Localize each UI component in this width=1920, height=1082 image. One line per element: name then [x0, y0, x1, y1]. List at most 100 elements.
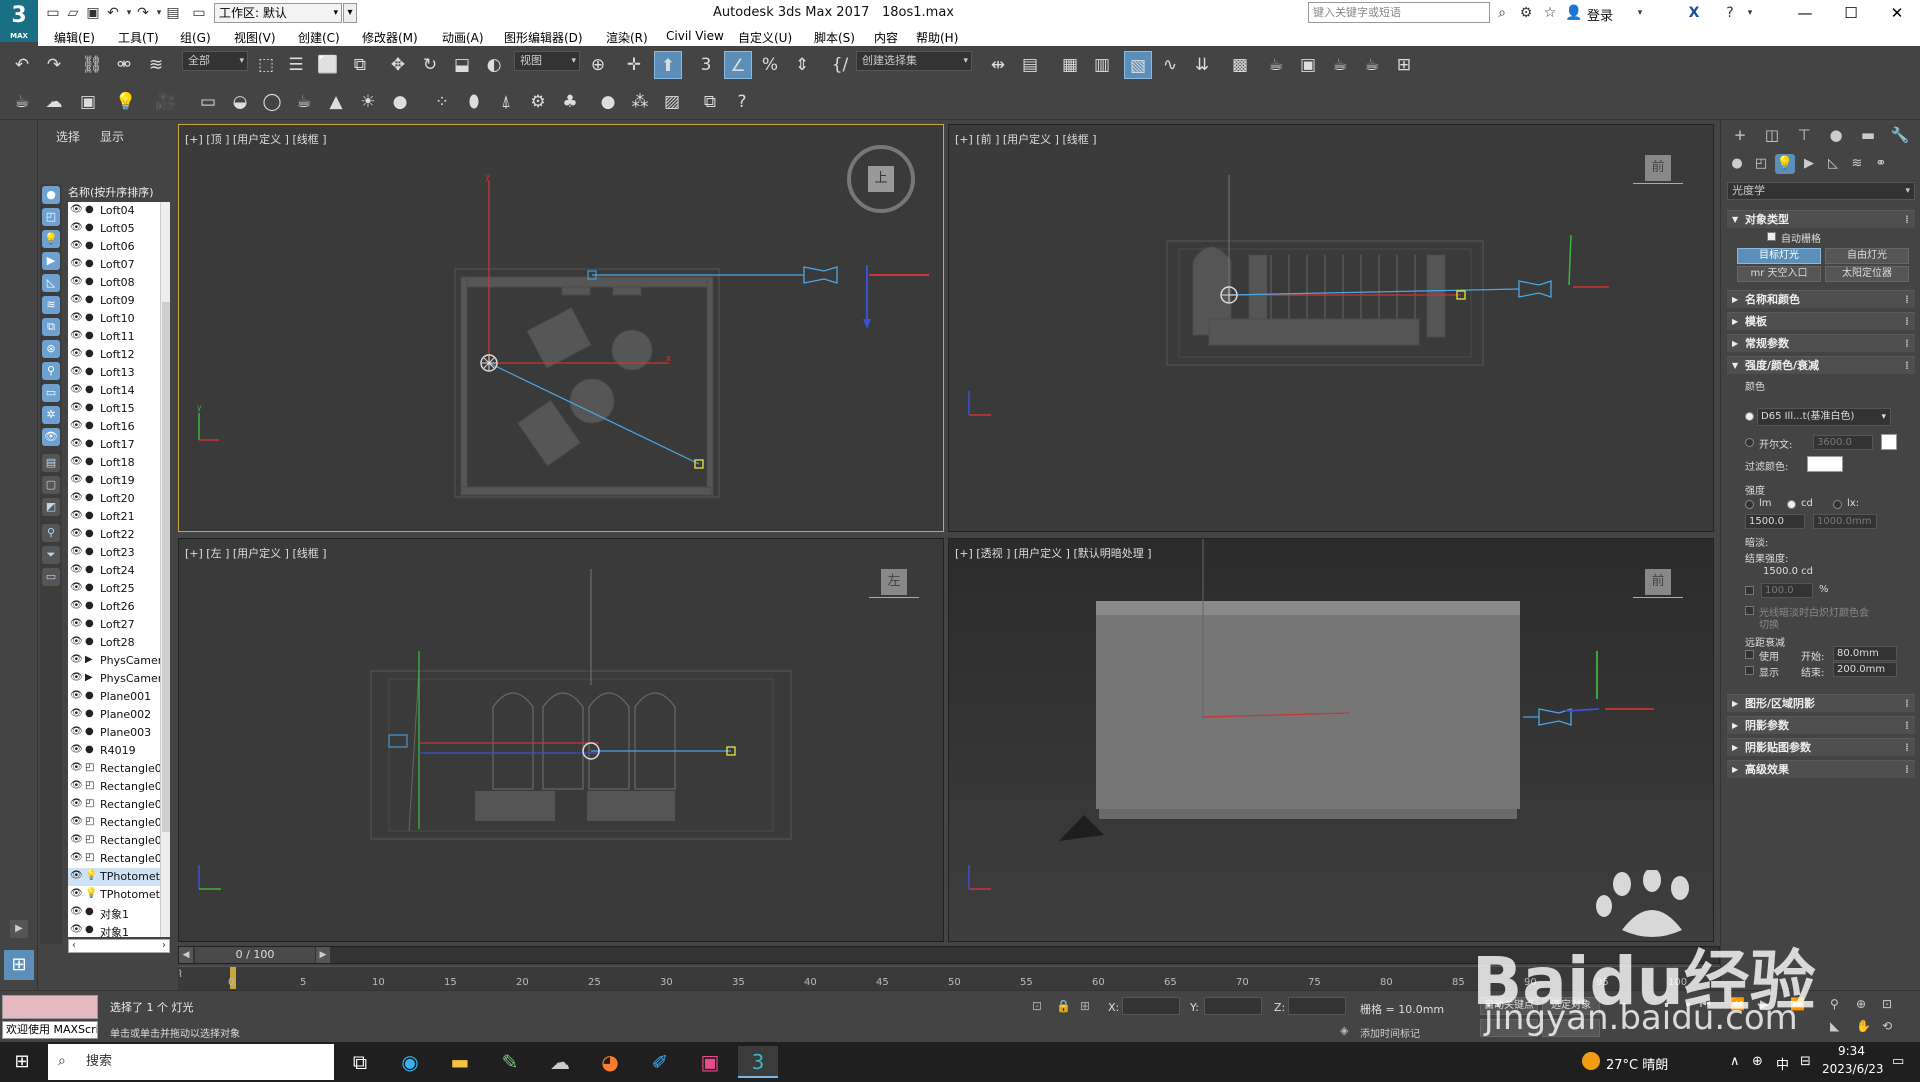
help-circle-icon[interactable]: ?: [728, 88, 756, 116]
attenuation-end-spinner[interactable]: 200.0mm: [1833, 662, 1897, 677]
scene-object-row[interactable]: 👁 ● Loft17: [68, 436, 168, 454]
visibility-eye-icon[interactable]: 👁: [70, 258, 83, 269]
material-browser-icon[interactable]: ▨: [658, 88, 686, 116]
scene-object-row[interactable]: 👁 ● Loft13: [68, 364, 168, 382]
particle-icon[interactable]: ⁘: [428, 88, 456, 116]
mirror-icon[interactable]: ⇹: [984, 51, 1012, 79]
volume-icon[interactable]: ⊟: [1800, 1054, 1811, 1069]
tab-select[interactable]: 选择: [56, 128, 80, 145]
autogrid-checkbox[interactable]: [1767, 232, 1776, 241]
cameras-icon[interactable]: ▶: [1799, 154, 1819, 174]
dimming-percent-spinner[interactable]: 100.0: [1761, 583, 1813, 598]
scene-object-row[interactable]: 👁 ● Plane002: [68, 706, 168, 724]
target-light-button[interactable]: 目标灯光: [1737, 248, 1821, 264]
time-slider-frame[interactable]: 0 / 100: [195, 947, 315, 963]
intensity-spinner[interactable]: 1500.0: [1745, 514, 1805, 529]
layers-icon[interactable]: ▥: [1088, 51, 1116, 79]
curve-editor-mini-icon[interactable]: ⌇: [178, 969, 192, 987]
visibility-eye-icon[interactable]: 👁: [70, 654, 83, 665]
render-production-icon[interactable]: ☕: [1326, 51, 1354, 79]
curve-editor-icon[interactable]: ∿: [1156, 51, 1184, 79]
shapes-icon[interactable]: ◰: [1751, 154, 1771, 174]
visibility-eye-icon[interactable]: 👁: [70, 780, 83, 791]
login-dropdown-icon[interactable]: ▾: [1630, 3, 1650, 23]
visibility-eye-icon[interactable]: 👁: [70, 474, 83, 485]
sphere-light-icon[interactable]: ●: [386, 88, 414, 116]
scene-object-row[interactable]: 👁 ● Plane003: [68, 724, 168, 742]
pivot-center-icon[interactable]: ⊕: [584, 51, 612, 79]
rotate-icon[interactable]: ↻: [416, 51, 444, 79]
hierarchy-tab-icon[interactable]: ⊤: [1793, 124, 1815, 146]
display-frozen-icon[interactable]: 👁: [42, 428, 60, 446]
viewcube-front[interactable]: 前: [1633, 155, 1683, 193]
visibility-eye-icon[interactable]: 👁: [70, 330, 83, 341]
render-frame-icon[interactable]: ▣: [74, 88, 102, 116]
track-bar[interactable]: ⌇ 0 5 10 15 20 25 30 35 40 45 50 55 60 65 70 75 80 85 90 95…: [178, 966, 1720, 990]
scene-object-row[interactable]: 👁💡TPhotometricLight002: [68, 886, 170, 904]
visibility-eye-icon[interactable]: 👁: [70, 690, 83, 701]
scene-object-row[interactable]: 👁 ● Loft24: [68, 562, 168, 580]
redo-icon[interactable]: ↷: [40, 51, 68, 79]
scene-object-row[interactable]: 👁 ● Loft09: [68, 292, 168, 310]
visibility-eye-icon[interactable]: 👁: [70, 888, 83, 899]
spinner-snap-icon[interactable]: ⇕: [788, 51, 816, 79]
render-iterative-icon[interactable]: ☕: [1358, 51, 1386, 79]
display-geometry-icon[interactable]: ●: [42, 186, 60, 204]
edge-browser-icon[interactable]: ◉: [390, 1046, 430, 1078]
selection-lock-icon[interactable]: 🔒: [1056, 999, 1071, 1013]
menu-animation[interactable]: 动画(A): [442, 29, 484, 46]
visibility-eye-icon[interactable]: 👁: [70, 528, 83, 539]
rollout-advanced-effects[interactable]: ▶ 高级效果 ⁞: [1727, 760, 1915, 778]
visibility-eye-icon[interactable]: 👁: [70, 582, 83, 593]
scene-object-row[interactable]: 👁 ● Loft18: [68, 454, 168, 472]
menu-civil-view[interactable]: Civil View: [666, 29, 724, 43]
utilities-tab-icon[interactable]: 🔧: [1889, 124, 1911, 146]
scene-object-row[interactable]: 👁 ● R4019: [68, 742, 168, 760]
scene-list-hscroll[interactable]: ‹ ›: [68, 939, 170, 953]
time-next-icon[interactable]: ▶: [316, 947, 330, 963]
display-xrefs-icon[interactable]: ⊛: [42, 340, 60, 358]
ime-indicator[interactable]: 中: [1776, 1054, 1789, 1073]
scene-object-row[interactable]: 👁 ● Loft23: [68, 544, 168, 562]
time-slider[interactable]: ◀ 0 / 100 ▶: [178, 946, 1720, 964]
network-icon[interactable]: ⊕: [1752, 1054, 1763, 1069]
bind-space-warp-icon[interactable]: ≋: [142, 51, 170, 79]
select-manipulate-icon[interactable]: ✛: [620, 51, 648, 79]
display-containers-icon[interactable]: ▭: [42, 384, 60, 402]
plant-icon[interactable]: ♣: [556, 88, 584, 116]
favorites-star-icon[interactable]: ☆: [1540, 3, 1560, 23]
login-link[interactable]: 登录: [1587, 5, 1613, 24]
sun-icon[interactable]: ☀: [354, 88, 382, 116]
snaps-toggle-icon[interactable]: 3: [692, 51, 720, 79]
teapot-primitive-icon[interactable]: ☕: [290, 88, 318, 116]
align-icon[interactable]: ▤: [1016, 51, 1044, 79]
scene-list-scrollbar[interactable]: [160, 202, 170, 937]
unlink-icon[interactable]: ⚮: [110, 51, 138, 79]
binoculars-icon[interactable]: ⌕: [1492, 3, 1512, 23]
dome-icon[interactable]: ◒: [226, 88, 254, 116]
camera-tool-icon[interactable]: 🎥: [152, 88, 180, 116]
prev-frame-icon[interactable]: ⏪: [1730, 997, 1745, 1011]
scene-object-row[interactable]: 👁 ◰ Rectangle005: [68, 832, 170, 850]
maxscript-listener-input[interactable]: 欢迎使用 MAXScript: [2, 1021, 98, 1039]
add-time-tag[interactable]: 添加时间标记: [1360, 1025, 1420, 1040]
display-particles-icon[interactable]: ✲: [42, 406, 60, 424]
time-prev-icon[interactable]: ◀: [179, 947, 193, 963]
scene-object-row[interactable]: 👁 ◰ Rectangle006: [68, 850, 170, 868]
tray-chevron-icon[interactable]: ∧: [1730, 1054, 1740, 1069]
scene-object-row[interactable]: 👁 ◰ Rectangle002: [68, 778, 170, 796]
scene-object-row[interactable]: 👁 ● Loft04: [68, 202, 168, 220]
zoom-all-icon[interactable]: ⊕: [1856, 997, 1866, 1011]
display-spacewarps-icon[interactable]: ≋: [42, 296, 60, 314]
windows-start-icon[interactable]: ⊞: [10, 1050, 34, 1074]
find-icon[interactable]: ⚲: [42, 524, 60, 542]
scene-object-row[interactable]: 👁 ◰ Rectangle001: [68, 760, 170, 778]
y-coord-field[interactable]: [1204, 997, 1262, 1015]
visibility-eye-icon[interactable]: 👁: [70, 456, 83, 467]
scene-object-row[interactable]: 👁 ● Loft21: [68, 508, 168, 526]
material-editor-icon[interactable]: ▩: [1226, 51, 1254, 79]
capsule-icon[interactable]: ⬮: [460, 88, 488, 116]
file-explorer-icon[interactable]: ▬: [440, 1046, 480, 1078]
incandescent-checkbox[interactable]: [1745, 606, 1754, 615]
menu-edit[interactable]: 编辑(E): [54, 29, 95, 46]
